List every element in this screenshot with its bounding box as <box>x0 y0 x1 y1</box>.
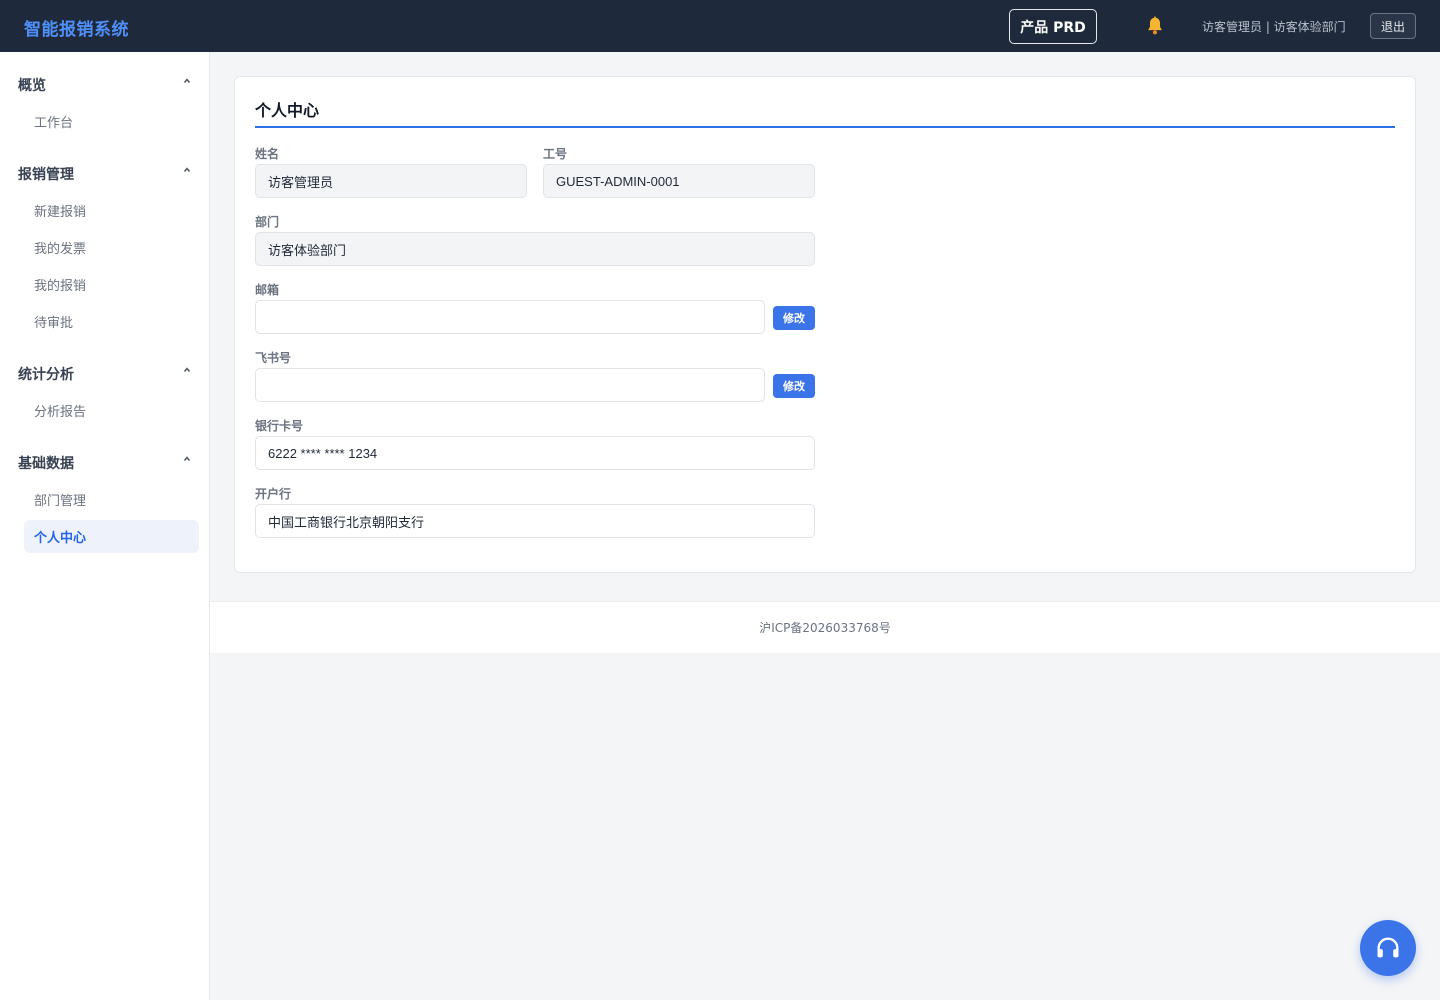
personal-center-card: 个人中心 姓名 访客管理员 工号 GUEST-ADMIN-0001 部门 访客体… <box>234 76 1416 573</box>
chevron-up-icon[interactable] <box>182 165 192 175</box>
bank-field[interactable]: 中国工商银行北京朝阳支行 <box>255 504 815 538</box>
bank-card-field[interactable]: 6222 **** **** 1234 <box>255 436 815 470</box>
support-button[interactable] <box>1360 920 1416 976</box>
headphones-icon <box>1377 937 1399 958</box>
sidebar-item-department-management[interactable]: 部门管理 <box>24 483 199 516</box>
feishu-edit-button[interactable]: 修改 <box>773 374 815 398</box>
chevron-up-icon[interactable] <box>182 365 192 375</box>
nav-group-overview[interactable]: 概览 <box>18 75 46 95</box>
department-field: 访客体验部门 <box>255 232 815 266</box>
email-field[interactable] <box>255 300 765 334</box>
email-edit-button[interactable]: 修改 <box>773 306 815 330</box>
chevron-up-icon[interactable] <box>182 76 192 86</box>
nav-group-basic-data[interactable]: 基础数据 <box>18 453 74 473</box>
department-label: 部门 <box>255 215 280 229</box>
top-header: 智能报销系统 产品 PRD 访客管理员 | 访客体验部门 退出 <box>0 0 1440 52</box>
feishu-field[interactable] <box>255 368 765 402</box>
bell-icon[interactable] <box>1144 15 1166 37</box>
chevron-up-icon[interactable] <box>182 454 192 464</box>
sidebar: 概览 工作台 报销管理 新建报销 我的发票 我的报销 待审批 统计分析 分析报告… <box>0 52 210 1000</box>
footer: 沪ICP备2026033768号 <box>210 601 1440 653</box>
name-label: 姓名 <box>255 147 280 161</box>
product-prd-button[interactable]: 产品 PRD <box>1009 9 1097 44</box>
nav-group-statistics[interactable]: 统计分析 <box>18 364 74 384</box>
nav-group-reimbursement[interactable]: 报销管理 <box>18 164 74 184</box>
logout-button[interactable]: 退出 <box>1370 13 1416 39</box>
page-title: 个人中心 <box>255 101 320 120</box>
email-label: 邮箱 <box>255 283 280 297</box>
sidebar-item-analysis-report[interactable]: 分析报告 <box>24 394 199 427</box>
bank-card-label: 银行卡号 <box>255 419 304 433</box>
sidebar-item-new-reimbursement[interactable]: 新建报销 <box>24 194 199 227</box>
icp-text[interactable]: 沪ICP备2026033768号 <box>759 619 891 636</box>
name-field: 访客管理员 <box>255 164 527 198</box>
user-info: 访客管理员 | 访客体验部门 <box>1202 20 1346 34</box>
sidebar-item-my-reimbursements[interactable]: 我的报销 <box>24 268 199 301</box>
employee-id-label: 工号 <box>543 147 568 161</box>
bank-label: 开户行 <box>255 487 292 501</box>
sidebar-item-my-invoices[interactable]: 我的发票 <box>24 231 199 264</box>
feishu-label: 飞书号 <box>255 351 292 365</box>
employee-id-field: GUEST-ADMIN-0001 <box>543 164 815 198</box>
sidebar-item-personal-center[interactable]: 个人中心 <box>24 520 199 553</box>
sidebar-item-workbench[interactable]: 工作台 <box>24 105 199 138</box>
app-title[interactable]: 智能报销系统 <box>24 15 129 40</box>
sidebar-item-pending-approval[interactable]: 待审批 <box>24 305 199 338</box>
title-divider <box>255 126 1395 128</box>
